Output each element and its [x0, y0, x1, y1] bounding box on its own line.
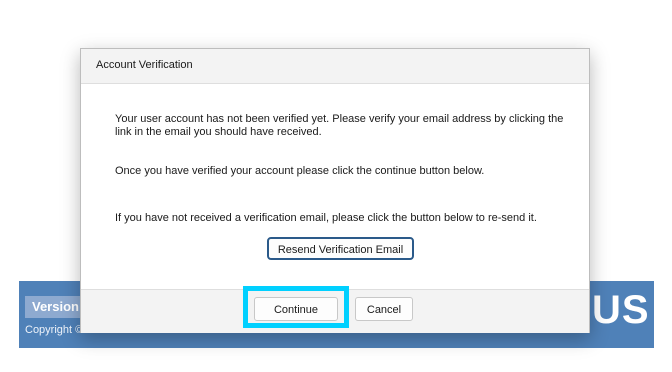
resend-verification-email-button[interactable]: Resend Verification Email — [267, 237, 414, 260]
copyright-text: Copyright © — [25, 324, 84, 336]
dialog-titlebar: Account Verification — [81, 49, 589, 84]
resend-instruction: If you have not received a verification … — [115, 212, 537, 224]
app-logo: US — [592, 288, 650, 332]
dialog-title: Account Verification — [96, 59, 193, 71]
version-label: Version — [25, 296, 81, 318]
continue-instruction: Once you have verified your account plea… — [115, 165, 485, 177]
cancel-button[interactable]: Cancel — [355, 297, 413, 321]
dialog-content: Your user account has not been verified … — [81, 84, 589, 289]
continue-button[interactable]: Continue — [254, 297, 338, 321]
unverified-message: Your user account has not been verified … — [115, 113, 564, 138]
account-verification-dialog: Account Verification Your user account h… — [80, 48, 590, 333]
dialog-footer: Continue Cancel — [81, 286, 589, 333]
